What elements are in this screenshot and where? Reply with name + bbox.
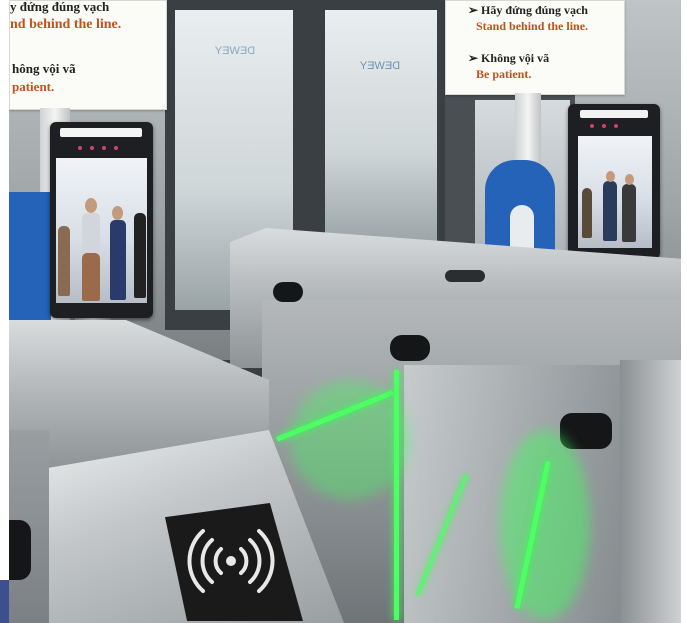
instruction-sign-left: y đứng đúng vạch nd behind the line. hôn… [9,0,167,110]
face-recognition-kiosk-right [568,104,660,259]
kiosk-right-led [614,124,618,128]
screen-person [603,181,617,241]
screen-person [58,226,70,296]
kiosk-left-led [78,146,82,150]
screen-person-head [85,198,97,213]
turnstile-slot [273,282,303,302]
door-logo-left: DEWEY [214,45,256,57]
sign-right-en-line2: Be patient. [476,67,532,81]
sign-right-vn-line1: ➢ Hãy đứng đúng vạch [468,3,588,17]
screen-person [582,188,592,238]
frame-right-edge [681,0,687,623]
screen-person [622,184,636,242]
screen-person [134,213,146,298]
kiosk-left-led [102,146,106,150]
face-recognition-kiosk-left [50,122,153,318]
screen-person-head [625,174,634,185]
green-indicator-line [394,370,399,620]
frame-corner-accent [0,580,9,623]
green-glow [290,380,410,500]
screen-person [110,220,126,300]
screen-person-head [606,171,615,182]
instruction-sign-right: ➢ Hãy đứng đúng vạch Stand behind the li… [445,0,625,95]
sign-left-vn-line1: y đứng đúng vạch [10,0,110,14]
kiosk-right-screen [578,136,652,248]
kiosk-right-camera-bar [580,110,648,118]
turnstile-top-slot [445,270,485,282]
green-glow [500,430,590,620]
screen-person-head [112,206,123,220]
turnstile-right-edge [620,360,681,623]
screen-person-legs [82,253,100,301]
kiosk-left-led [90,146,94,150]
sign-right-en-line1: Stand behind the line. [476,19,589,33]
turnstile-scene: DEWEY DEWEY y đứng đúng vạch nd behind t… [0,0,687,623]
kiosk-left-camera-bar [60,128,142,137]
sign-right-vn-line2: ➢ Không vội vã [468,51,550,65]
sign-left-en-line1: nd behind the line. [10,17,122,32]
turnstile-slot [9,520,31,580]
sign-left-vn-line2: hông vội vã [12,61,76,76]
sign-left-en-line2: patient. [12,79,55,94]
kiosk-left-screen [56,158,147,303]
door-logo-center: DEWEY [359,60,401,72]
turnstile-slot [390,335,430,361]
frame-left-edge [0,0,9,623]
kiosk-left-led [114,146,118,150]
kiosk-right-led [602,124,606,128]
glass-door-center [325,10,437,245]
kiosk-right-led [590,124,594,128]
